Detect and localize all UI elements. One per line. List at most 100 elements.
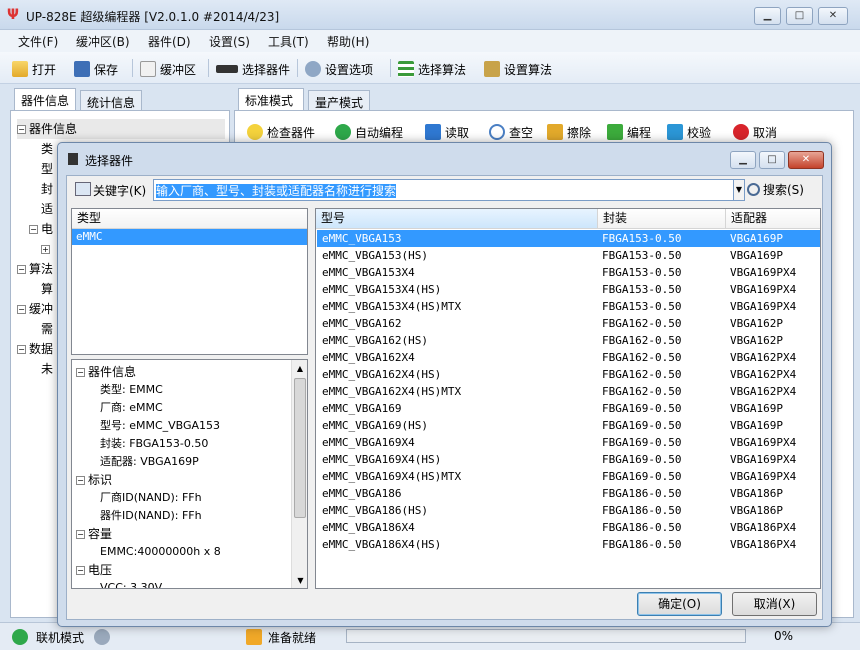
verify-icon [667, 124, 683, 140]
device-row[interactable]: eMMC_VBGA186 FBGA186-0.50 VBGA186P [317, 485, 817, 502]
cancel-button[interactable]: 取消(X) [732, 592, 817, 616]
tree-node-voltage[interactable]: − 电 [29, 219, 53, 239]
search-icon [747, 183, 760, 196]
tab-stats[interactable]: 统计信息 [80, 90, 142, 110]
device-model: eMMC_VBGA186 [322, 487, 402, 500]
verify-button[interactable]: 校验 [667, 121, 711, 143]
menu-help[interactable]: 帮助(H) [327, 33, 369, 50]
menu-file[interactable]: 文件(F) [18, 33, 58, 50]
tree-node-buffer[interactable]: − 缓冲 [17, 299, 53, 319]
search-input[interactable]: 输入厂商、型号、封装或适配器名称进行搜索 [153, 179, 739, 201]
tree-item: 适 [41, 202, 54, 216]
device-model: eMMC_VBGA153X4(HS) [322, 283, 442, 296]
device-adapter: VBGA186P [730, 487, 783, 500]
device-package: FBGA186-0.50 [602, 504, 682, 517]
menu-tools[interactable]: 工具(T) [268, 33, 309, 50]
maximize-button[interactable]: □ [786, 7, 813, 25]
info-group[interactable]: − 电压 [76, 561, 307, 579]
column-header-adapter[interactable]: 适配器 [725, 209, 820, 229]
search-button[interactable]: 搜索(S) [747, 181, 804, 198]
info-item: 类型: EMMC [100, 383, 163, 396]
menu-device[interactable]: 器件(D) [148, 33, 191, 50]
device-adapter: VBGA169PX4 [730, 470, 797, 483]
device-row[interactable]: eMMC_VBGA153X4(HS)MTX FBGA153-0.50 VBGA169… [317, 298, 817, 315]
device-row[interactable]: eMMC_VBGA186X4(HS) FBGA186-0.50 VBGA186PX4 [317, 536, 817, 553]
device-model: eMMC_VBGA162(HS) [322, 334, 428, 347]
device-row[interactable]: eMMC_VBGA153 FBGA153-0.50 VBGA169P [317, 230, 820, 247]
device-row[interactable]: eMMC_VBGA169X4(HS)MTX FBGA169-0.50 VBGA169… [317, 468, 817, 485]
info-item: VCC: 3.30V [100, 581, 163, 589]
device-row[interactable]: eMMC_VBGA162X4 FBGA162-0.50 VBGA162PX4 [317, 349, 817, 366]
collapse-icon: − [17, 305, 26, 314]
type-item-emmc[interactable]: eMMC [72, 229, 307, 245]
device-row[interactable]: eMMC_VBGA169 FBGA169-0.50 VBGA169P [317, 400, 817, 417]
device-row[interactable]: eMMC_VBGA153X4 FBGA153-0.50 VBGA169PX4 [317, 264, 817, 281]
select-device-button[interactable]: 选择器件 [216, 58, 290, 80]
scroll-down-icon[interactable]: ▼ [292, 572, 307, 588]
select-algorithm-button[interactable]: 选择算法 [398, 58, 466, 80]
tree-node-algorithm[interactable]: − 算法 [17, 259, 53, 279]
open-button[interactable]: 打开 [12, 58, 56, 80]
close-button[interactable]: ✕ [818, 7, 848, 25]
program-button[interactable]: 编程 [607, 121, 651, 143]
blank-check-button[interactable]: 查空 [489, 121, 533, 143]
erase-button[interactable]: 擦除 [547, 121, 591, 143]
device-row[interactable]: eMMC_VBGA169X4 FBGA169-0.50 VBGA169PX4 [317, 434, 817, 451]
info-group[interactable]: − 标识 [76, 471, 307, 489]
settings-button[interactable]: 设置选项 [305, 58, 373, 80]
tree-item: 算 [41, 282, 54, 296]
collapse-icon: − [29, 225, 38, 234]
device-row[interactable]: eMMC_VBGA186X4 FBGA186-0.50 VBGA186PX4 [317, 519, 817, 536]
ok-button[interactable]: 确定(O) [637, 592, 722, 616]
info-group[interactable]: − 器件信息 [76, 363, 307, 381]
dialog-minimize-button[interactable]: ▁ [730, 151, 756, 169]
dialog-maximize-button[interactable]: □ [759, 151, 785, 169]
collapse-icon: − [76, 476, 85, 485]
device-adapter: VBGA169PX4 [730, 436, 797, 449]
set-algorithm-button[interactable]: 设置算法 [484, 58, 552, 80]
cancel-op-button[interactable]: 取消 [733, 121, 777, 143]
scroll-up-icon[interactable]: ▲ [292, 360, 307, 377]
info-group[interactable]: − 容量 [76, 525, 307, 543]
tab-device-info[interactable]: 器件信息 [14, 88, 76, 110]
save-button[interactable]: 保存 [74, 58, 118, 80]
read-button[interactable]: 读取 [425, 121, 469, 143]
device-row[interactable]: eMMC_VBGA186(HS) FBGA186-0.50 VBGA186P [317, 502, 817, 519]
column-header-package[interactable]: 封装 [597, 209, 725, 229]
auto-program-button[interactable]: 自动编程 [335, 121, 403, 143]
device-row[interactable]: eMMC_VBGA169(HS) FBGA169-0.50 VBGA169P [317, 417, 817, 434]
progress-percent: 0% [774, 629, 794, 643]
menu-settings[interactable]: 设置(S) [209, 33, 250, 50]
menu-buffer[interactable]: 缓冲区(B) [76, 33, 130, 50]
device-row[interactable]: eMMC_VBGA162 FBGA162-0.50 VBGA162P [317, 315, 817, 332]
device-package: FBGA153-0.50 [602, 232, 682, 245]
column-header-model[interactable]: 型号 [316, 209, 597, 229]
tab-production-mode[interactable]: 量产模式 [308, 90, 370, 110]
device-model: eMMC_VBGA186X4(HS) [322, 538, 442, 551]
device-package: FBGA162-0.50 [602, 351, 682, 364]
device-package: FBGA153-0.50 [602, 300, 682, 313]
device-adapter: VBGA162P [730, 334, 783, 347]
keyword-label: 关键字(K) [93, 184, 147, 198]
tree-node-data[interactable]: − 数据 [17, 339, 53, 359]
tab-standard-mode[interactable]: 标准模式 [238, 88, 304, 110]
device-row[interactable]: eMMC_VBGA169X4(HS) FBGA169-0.50 VBGA169PX4 [317, 451, 817, 468]
device-model: eMMC_VBGA153(HS) [322, 249, 428, 262]
magnifier-icon [489, 124, 505, 140]
device-row[interactable]: eMMC_VBGA162X4(HS) FBGA162-0.50 VBGA162PX4 [317, 366, 817, 383]
tree-node-device-info[interactable]: − 器件信息 [17, 119, 225, 139]
tree-node[interactable]: + [41, 239, 53, 259]
device-adapter: VBGA186PX4 [730, 521, 797, 534]
dialog-close-button[interactable]: ✕ [788, 151, 824, 169]
minimize-button[interactable]: ▁ [754, 7, 781, 25]
search-dropdown-button[interactable]: ▼ [733, 179, 745, 201]
buffer-button[interactable]: 缓冲区 [140, 58, 196, 80]
device-row[interactable]: eMMC_VBGA153X4(HS) FBGA153-0.50 VBGA169PX4 [317, 281, 817, 298]
check-device-button[interactable]: 检查器件 [247, 121, 315, 143]
device-row[interactable]: eMMC_VBGA153(HS) FBGA153-0.50 VBGA169P [317, 247, 817, 264]
device-row[interactable]: eMMC_VBGA162X4(HS)MTX FBGA162-0.50 VBGA162… [317, 383, 817, 400]
device-row[interactable]: eMMC_VBGA162(HS) FBGA162-0.50 VBGA162P [317, 332, 817, 349]
toolbar: 打开 保存 缓冲区 选择器件 设置选项 选择算法 设置算法 [0, 52, 860, 84]
info-scrollbar[interactable]: ▲ ▼ [291, 360, 307, 588]
scroll-thumb[interactable] [294, 378, 306, 518]
